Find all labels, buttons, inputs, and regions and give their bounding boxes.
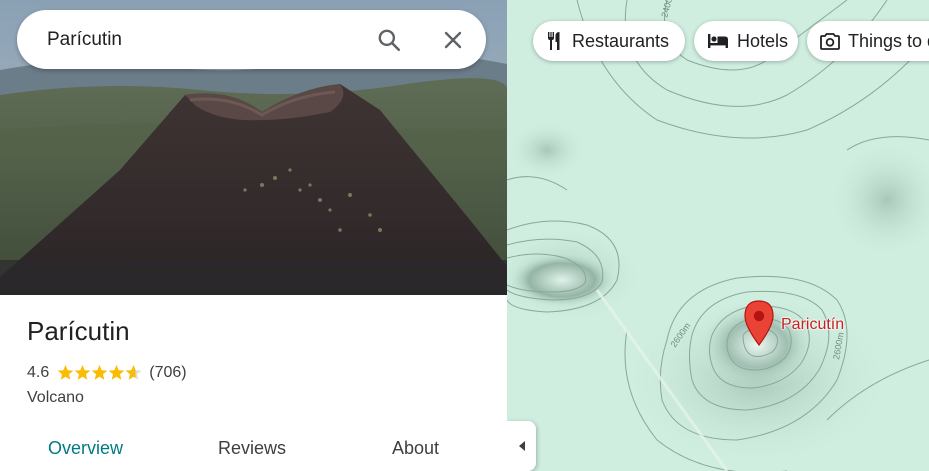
star-icon [91,365,108,380]
star-icon [57,365,74,380]
map-pin-label[interactable]: Paricutín [781,316,844,334]
search-input[interactable] [47,28,347,52]
rating-row: 4.6 (706) [27,363,187,383]
star-icon [74,365,91,380]
tab-about[interactable]: About [392,438,439,459]
fork-knife-icon [546,31,564,51]
chip-label: Restaurants [572,30,670,51]
search-icon [378,29,401,52]
chip-label: Things to do [848,30,929,51]
close-icon [444,31,462,49]
place-title: Parícutin [27,316,130,346]
category-chips: Restaurants Hotels Things to [533,21,929,61]
caret-left-icon [518,441,525,451]
map-pin-icon [744,300,774,347]
map-pin[interactable] [743,300,775,347]
star-rating[interactable] [57,364,143,382]
tab-reviews[interactable]: Reviews [218,438,286,459]
collapse-panel-button[interactable] [507,421,536,471]
place-category[interactable]: Volcano [27,389,84,407]
chip-restaurants[interactable]: Restaurants [533,21,685,61]
chip-hotels[interactable]: Hotels [694,21,798,61]
chip-things-to-do[interactable]: Things to do [807,21,929,61]
camera-icon [820,32,840,50]
search-box [17,10,486,69]
tab-bar: Overview Reviews About [0,428,507,471]
bed-icon [707,33,729,49]
map-canvas[interactable]: 2600m 2600m 2400 Restaurants Hotels Thin… [507,0,929,471]
star-icon [108,365,125,380]
review-count[interactable]: (706) [149,364,186,382]
terrain-layer: 2600m 2600m 2400 [507,0,929,471]
chip-label: Hotels [737,30,789,51]
tab-overview[interactable]: Overview [48,438,123,459]
clear-search-button[interactable] [437,24,469,56]
rating-value: 4.6 [27,364,50,381]
place-panel: Parícutin 4.6 (706) Volcano Overvi [0,0,507,471]
search-button[interactable] [373,24,405,56]
star-icons [57,365,142,380]
